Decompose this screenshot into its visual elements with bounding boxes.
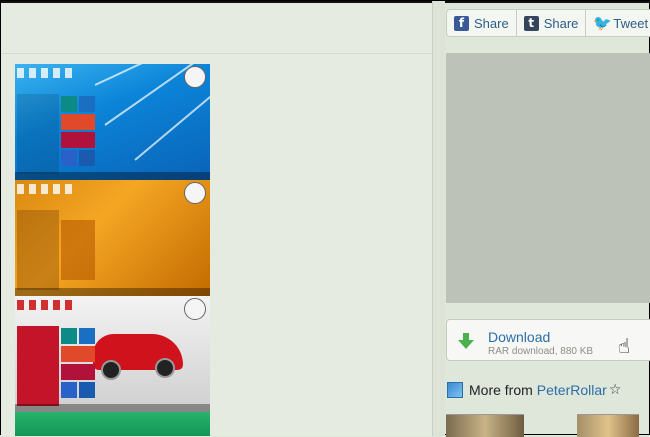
desktop-icons (17, 68, 77, 78)
sidebar-gutter (432, 1, 445, 436)
tile (61, 382, 77, 398)
start-menu-list (17, 326, 59, 406)
ad-placeholder (446, 53, 650, 303)
facebook-icon: f (454, 15, 469, 31)
tile (61, 364, 95, 380)
share-bar: f Share t Share 🐦 Tweet (446, 9, 650, 37)
watch-star-icon[interactable]: ☆ (609, 382, 622, 398)
download-subtitle: RAR download, 880 KB (488, 346, 594, 357)
twitter-icon: 🐦 (593, 13, 613, 32)
desktop-icons (17, 184, 77, 194)
tile (61, 328, 77, 344)
desktop-icons (17, 300, 77, 310)
start-menu (17, 94, 95, 174)
start-menu-list (17, 94, 59, 174)
tile (61, 96, 77, 112)
tile (79, 382, 95, 398)
tile (79, 328, 95, 344)
header-divider (1, 53, 432, 54)
tile (61, 346, 95, 362)
car-wheel (101, 360, 121, 380)
screenshot-red-car (15, 296, 210, 412)
car-wheel (155, 358, 175, 378)
tile (79, 150, 95, 166)
start-menu (17, 210, 95, 290)
facebook-share-label: Share (474, 15, 509, 31)
start-menu-list (17, 210, 59, 290)
tile (79, 96, 95, 112)
author-avatar-icon (447, 382, 463, 398)
clock-gadget-icon (184, 66, 206, 88)
clock-gadget-icon (184, 298, 206, 320)
tile (61, 220, 95, 280)
hand-cursor-icon: ☝ (618, 334, 631, 358)
tile (61, 150, 77, 166)
taskbar (15, 404, 210, 412)
preview-image[interactable] (15, 64, 210, 436)
twitter-tweet-label: Tweet (613, 15, 649, 31)
tumblr-share-button[interactable]: t Share (517, 10, 587, 36)
tumblr-icon: t (523, 15, 539, 31)
tile (61, 114, 95, 130)
author-link[interactable]: PeterRollar (537, 382, 607, 398)
download-label: Download (488, 329, 551, 345)
screenshot-orange (15, 180, 210, 296)
screenshot-blue (15, 64, 210, 180)
facebook-share-button[interactable]: f Share (447, 10, 517, 36)
more-from-prefix: More from (469, 382, 533, 398)
start-menu (17, 326, 95, 406)
taskbar (15, 172, 210, 180)
related-thumbnail[interactable] (446, 414, 524, 437)
twitter-tweet-button[interactable]: 🐦 Tweet (586, 10, 650, 36)
tile (61, 132, 95, 148)
tumblr-share-label: Share (543, 15, 579, 31)
more-from-heading: More from PeterRollar ☆ (447, 382, 621, 398)
taskbar (15, 288, 210, 296)
screenshot-green (15, 412, 210, 436)
download-arrow-icon (458, 333, 474, 349)
related-thumbnail[interactable] (577, 414, 639, 437)
clock-gadget-icon (184, 182, 206, 204)
